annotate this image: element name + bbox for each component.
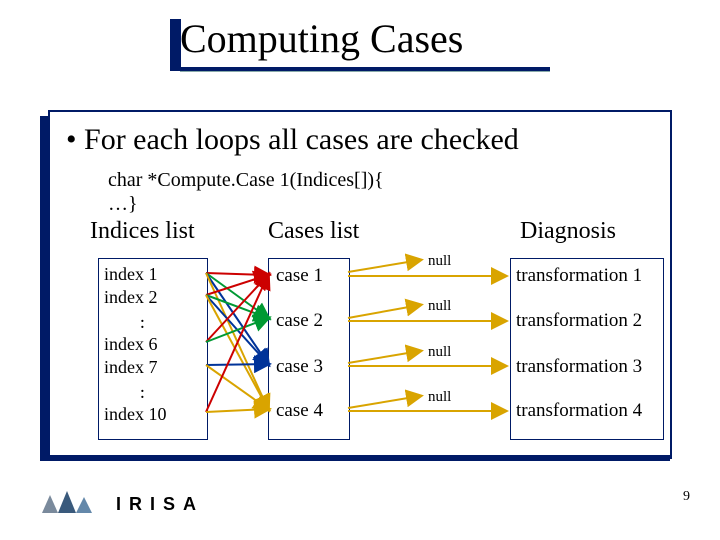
header-indices: Indices list	[90, 218, 195, 245]
title-shadow	[170, 19, 181, 71]
code-line-2: …}	[108, 193, 138, 215]
header-cases: Cases list	[268, 218, 359, 245]
case-item: case 4	[276, 400, 323, 422]
title-block: Computing Cases	[180, 15, 463, 62]
code-snippet: char *Compute.Case 1(Indices[]){ …}	[108, 168, 384, 216]
transformation-item: transformation 2	[516, 310, 642, 332]
null-label: null	[428, 253, 451, 270]
case-item: case 2	[276, 310, 323, 332]
slide: Computing Cases • For each loops all cas…	[0, 0, 720, 540]
index-item: index 10	[104, 403, 167, 425]
title-underline-light	[180, 71, 550, 72]
code-line-1: char *Compute.Case 1(Indices[]){	[108, 169, 384, 191]
index-item: index 2	[104, 286, 158, 308]
vdots-icon: ..	[140, 384, 145, 396]
null-label: null	[428, 298, 451, 315]
null-label: null	[428, 344, 451, 361]
case-item: case 1	[276, 265, 323, 287]
logo: IRISA	[40, 489, 204, 520]
body-shadow-left	[40, 116, 48, 461]
bullet-text: • For each loops all cases are checked	[66, 123, 519, 157]
vdots-icon: ..	[140, 314, 145, 326]
transformation-item: transformation 3	[516, 356, 642, 378]
null-label: null	[428, 389, 451, 406]
logo-icon	[40, 489, 94, 520]
transformation-item: transformation 4	[516, 400, 642, 422]
index-item: index 6	[104, 333, 158, 355]
transformation-item: transformation 1	[516, 265, 642, 287]
slide-title: Computing Cases	[180, 15, 463, 62]
page-number: 9	[683, 489, 690, 505]
case-item: case 3	[276, 356, 323, 378]
header-diagnosis: Diagnosis	[520, 218, 616, 245]
index-item: index 7	[104, 356, 158, 378]
logo-text: IRISA	[116, 494, 204, 515]
index-item: index 1	[104, 263, 158, 285]
